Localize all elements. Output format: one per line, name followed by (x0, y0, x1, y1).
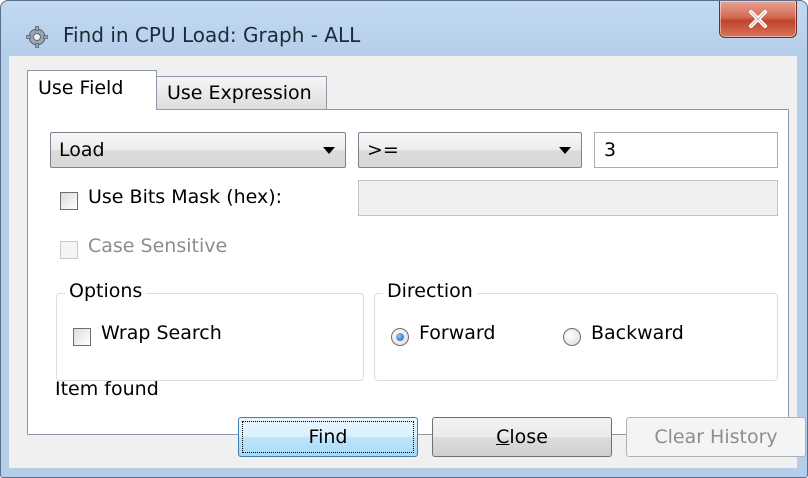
close-window-button[interactable] (719, 1, 797, 38)
close-button[interactable]: Close (432, 417, 612, 457)
clear-history-button[interactable]: Clear History (626, 417, 806, 457)
value-input-text: 3 (604, 139, 617, 161)
options-groupbox: Options Wrap Search (56, 280, 364, 381)
tab-use-expression[interactable]: Use Expression (157, 76, 327, 110)
tab-use-field-label: Use Field (38, 77, 124, 99)
radio-selected-dot (396, 333, 404, 341)
gear-app-icon (26, 26, 48, 48)
clear-history-button-label: Clear History (654, 426, 778, 448)
bits-mask-input[interactable] (358, 180, 778, 216)
close-button-mnemonic: C (496, 426, 510, 448)
chevron-down-icon (323, 147, 335, 154)
backward-radio[interactable] (563, 328, 581, 346)
direction-group-title: Direction (383, 280, 477, 302)
bits-mask-label: Use Bits Mask (hex): (88, 186, 283, 208)
chevron-down-icon (559, 147, 571, 154)
forward-label: Forward (419, 322, 496, 344)
tab-use-field[interactable]: Use Field (27, 70, 157, 110)
direction-groupbox: Direction Forward Backward (374, 280, 778, 381)
options-group-title: Options (65, 280, 147, 302)
status-text: Item found (55, 378, 159, 400)
value-input[interactable]: 3 (594, 132, 778, 168)
dialog-client-area: Use Field Use Expression Load >= 3 Use B… (9, 56, 806, 468)
bits-mask-checkbox[interactable] (60, 192, 78, 210)
wrap-search-label: Wrap Search (101, 322, 222, 344)
find-button[interactable]: Find (238, 417, 418, 457)
window-title: Find in CPU Load: Graph - ALL (63, 23, 361, 47)
field-select-value: Load (59, 139, 105, 161)
wrap-search-checkbox[interactable] (73, 328, 91, 346)
case-sensitive-checkbox[interactable] (60, 241, 78, 259)
focus-rectangle (242, 421, 414, 453)
forward-radio[interactable] (391, 328, 409, 346)
field-select[interactable]: Load (50, 132, 346, 168)
find-dialog: Find in CPU Load: Graph - ALL Use Field … (0, 0, 808, 478)
tab-use-expression-label: Use Expression (167, 82, 312, 104)
case-sensitive-label: Case Sensitive (88, 235, 228, 257)
operator-select[interactable]: >= (358, 132, 582, 168)
close-x-icon (749, 10, 767, 28)
operator-select-value: >= (367, 139, 399, 161)
close-button-label: lose (509, 426, 548, 448)
backward-label: Backward (591, 322, 684, 344)
title-bar[interactable]: Find in CPU Load: Graph - ALL (1, 1, 807, 55)
